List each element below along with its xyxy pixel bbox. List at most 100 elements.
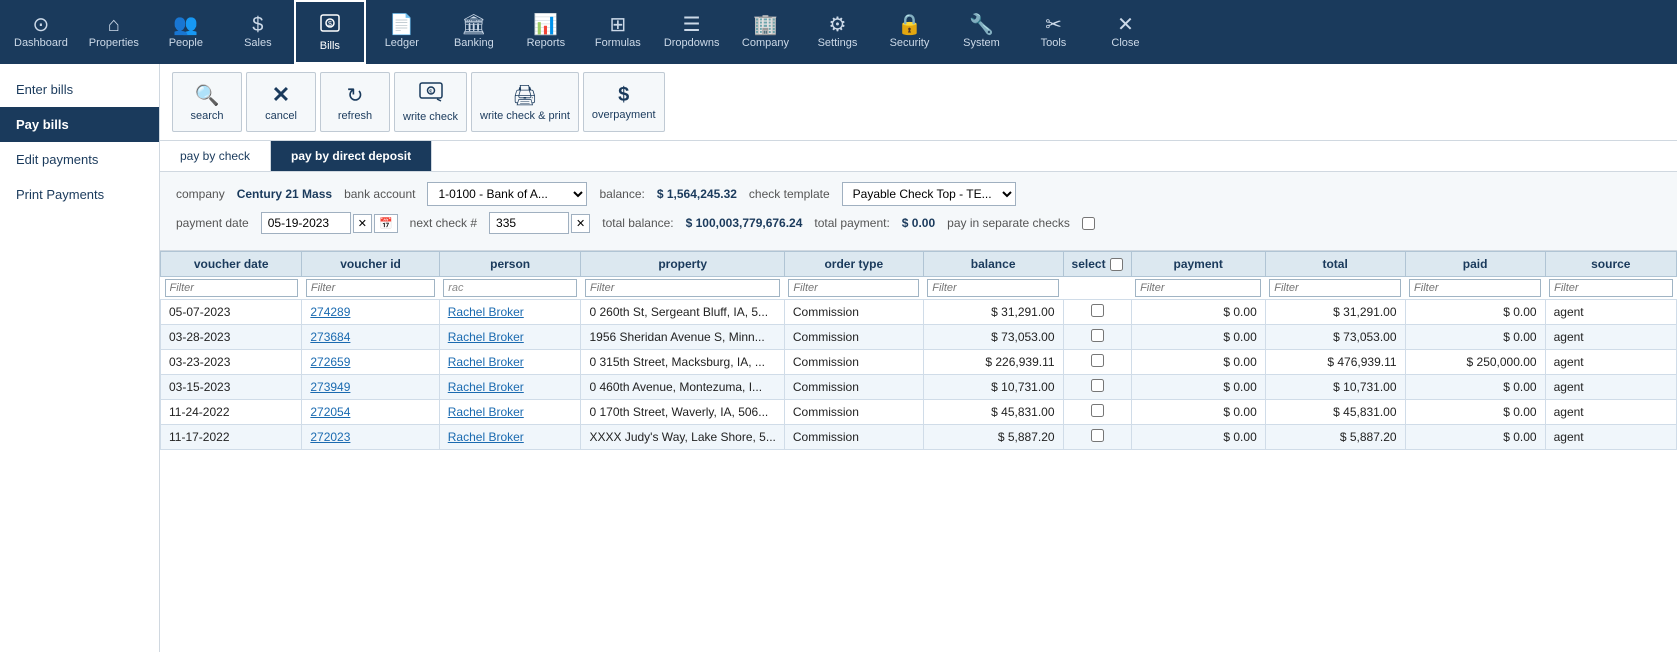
table-row: 05-07-2023 274289 Rachel Broker 0 260th …	[161, 300, 1677, 325]
tab-pay-by-check[interactable]: pay by check	[160, 141, 271, 171]
person-link[interactable]: Rachel Broker	[448, 330, 524, 344]
nav-settings[interactable]: ⚙ Settings	[801, 0, 873, 64]
person-link[interactable]: Rachel Broker	[448, 305, 524, 319]
row-select-checkbox[interactable]	[1091, 379, 1104, 392]
filter-source[interactable]	[1549, 279, 1672, 297]
voucher-id-link[interactable]: 272659	[310, 355, 350, 369]
cell-property: 0 315th Street, Macksburg, IA, ...	[581, 350, 784, 375]
write-check-print-button[interactable]: 🖨 write check & print	[471, 72, 579, 132]
cell-source: agent	[1545, 325, 1676, 350]
nav-security[interactable]: 🔒 Security	[873, 0, 945, 64]
nav-dropdowns[interactable]: ☰ Dropdowns	[654, 0, 730, 64]
pay-separate-checkbox[interactable]	[1082, 217, 1095, 230]
total-balance-label: total balance:	[602, 216, 673, 230]
system-icon: 🔧	[969, 15, 994, 35]
nav-company[interactable]: 🏢 Company	[729, 0, 801, 64]
next-check-input[interactable]	[489, 212, 569, 234]
table-row: 03-15-2023 273949 Rachel Broker 0 460th …	[161, 375, 1677, 400]
check-template-select[interactable]: Payable Check Top - TE...	[842, 182, 1016, 206]
cell-total: $ 10,731.00	[1265, 375, 1405, 400]
nav-formulas[interactable]: ⊞ Formulas	[582, 0, 654, 64]
filter-balance[interactable]	[927, 279, 1059, 297]
table-body: 05-07-2023 274289 Rachel Broker 0 260th …	[161, 300, 1677, 450]
bank-account-select[interactable]: 1-0100 - Bank of A...	[427, 182, 587, 206]
filter-property[interactable]	[585, 279, 780, 297]
cell-source: agent	[1545, 425, 1676, 450]
sidebar-item-edit-payments[interactable]: Edit payments	[0, 142, 159, 177]
person-link[interactable]: Rachel Broker	[448, 380, 524, 394]
cell-voucher-id: 272659	[302, 350, 439, 375]
filter-voucher-id[interactable]	[306, 279, 435, 297]
person-link[interactable]: Rachel Broker	[448, 355, 524, 369]
close-nav-icon: ✕	[1117, 15, 1134, 35]
row-select-checkbox[interactable]	[1091, 354, 1104, 367]
cell-order-type: Commission	[784, 325, 923, 350]
nav-system[interactable]: 🔧 System	[945, 0, 1017, 64]
sidebar-item-pay-bills[interactable]: Pay bills	[0, 107, 159, 142]
table-row: 03-23-2023 272659 Rachel Broker 0 315th …	[161, 350, 1677, 375]
total-payment-value: $ 0.00	[902, 216, 935, 230]
formulas-icon: ⊞	[609, 15, 626, 35]
voucher-id-link[interactable]: 272054	[310, 405, 350, 419]
voucher-id-link[interactable]: 273684	[310, 330, 350, 344]
table-wrap: voucher date voucher id person property …	[160, 251, 1677, 652]
filter-voucher-date[interactable]	[165, 279, 298, 297]
nav-bills[interactable]: $ Bills	[294, 0, 366, 64]
payment-date-input[interactable]	[261, 212, 351, 234]
sales-icon: $	[252, 15, 263, 35]
cell-property: 1956 Sheridan Avenue S, Minn...	[581, 325, 784, 350]
nav-reports[interactable]: 📊 Reports	[510, 0, 582, 64]
table-row: 03-28-2023 273684 Rachel Broker 1956 She…	[161, 325, 1677, 350]
filter-person[interactable]	[443, 279, 577, 297]
person-link[interactable]: Rachel Broker	[448, 430, 524, 444]
cell-voucher-date: 03-15-2023	[161, 375, 302, 400]
nav-people[interactable]: 👥 People	[150, 0, 222, 64]
filter-total[interactable]	[1269, 279, 1401, 297]
nav-ledger[interactable]: 📄 Ledger	[366, 0, 438, 64]
nav-close[interactable]: ✕ Close	[1089, 0, 1161, 64]
row-select-checkbox[interactable]	[1091, 329, 1104, 342]
sidebar-item-enter-bills[interactable]: Enter bills	[0, 72, 159, 107]
cell-person: Rachel Broker	[439, 325, 581, 350]
payment-date-clear-btn[interactable]: ✕	[353, 214, 372, 233]
ledger-icon: 📄	[389, 15, 414, 35]
write-check-button[interactable]: $ write check	[394, 72, 467, 132]
cell-property: 0 170th Street, Waverly, IA, 506...	[581, 400, 784, 425]
search-button[interactable]: 🔍 search	[172, 72, 242, 132]
select-all-checkbox[interactable]	[1110, 258, 1123, 271]
row-select-checkbox[interactable]	[1091, 304, 1104, 317]
filter-paid[interactable]	[1409, 279, 1541, 297]
col-payment: payment	[1131, 252, 1265, 277]
cell-select	[1063, 425, 1131, 450]
row-select-checkbox[interactable]	[1091, 429, 1104, 442]
cell-select	[1063, 400, 1131, 425]
nav-properties[interactable]: ⌂ Properties	[78, 0, 150, 64]
refresh-button[interactable]: ↻ refresh	[320, 72, 390, 132]
filter-order-type[interactable]	[788, 279, 919, 297]
voucher-id-link[interactable]: 274289	[310, 305, 350, 319]
next-check-btn[interactable]: ✕	[571, 214, 590, 233]
nav-sales[interactable]: $ Sales	[222, 0, 294, 64]
cell-person: Rachel Broker	[439, 425, 581, 450]
voucher-id-link[interactable]: 273949	[310, 380, 350, 394]
cancel-button[interactable]: ✕ cancel	[246, 72, 316, 132]
cell-voucher-date: 11-17-2022	[161, 425, 302, 450]
nav-dashboard[interactable]: ⊙ Dashboard	[4, 0, 78, 64]
cell-payment: $ 0.00	[1131, 425, 1265, 450]
nav-banking[interactable]: 🏛 Banking	[438, 0, 510, 64]
row-select-checkbox[interactable]	[1091, 404, 1104, 417]
filter-payment[interactable]	[1135, 279, 1261, 297]
cell-balance: $ 10,731.00	[923, 375, 1063, 400]
overpayment-button[interactable]: $ overpayment	[583, 72, 665, 132]
person-link[interactable]: Rachel Broker	[448, 405, 524, 419]
payment-date-calendar-btn[interactable]: 📅	[374, 214, 398, 233]
voucher-id-link[interactable]: 272023	[310, 430, 350, 444]
col-select: select	[1063, 252, 1131, 277]
col-person: person	[439, 252, 581, 277]
toolbar: 🔍 search ✕ cancel ↻ refresh $	[160, 64, 1677, 141]
tools-icon: ✂	[1045, 15, 1062, 35]
nav-tools[interactable]: ✂ Tools	[1017, 0, 1089, 64]
company-value: Century 21 Mass	[237, 187, 332, 201]
sidebar-item-print-payments[interactable]: Print Payments	[0, 177, 159, 212]
tab-pay-by-direct-deposit[interactable]: pay by direct deposit	[271, 141, 432, 171]
